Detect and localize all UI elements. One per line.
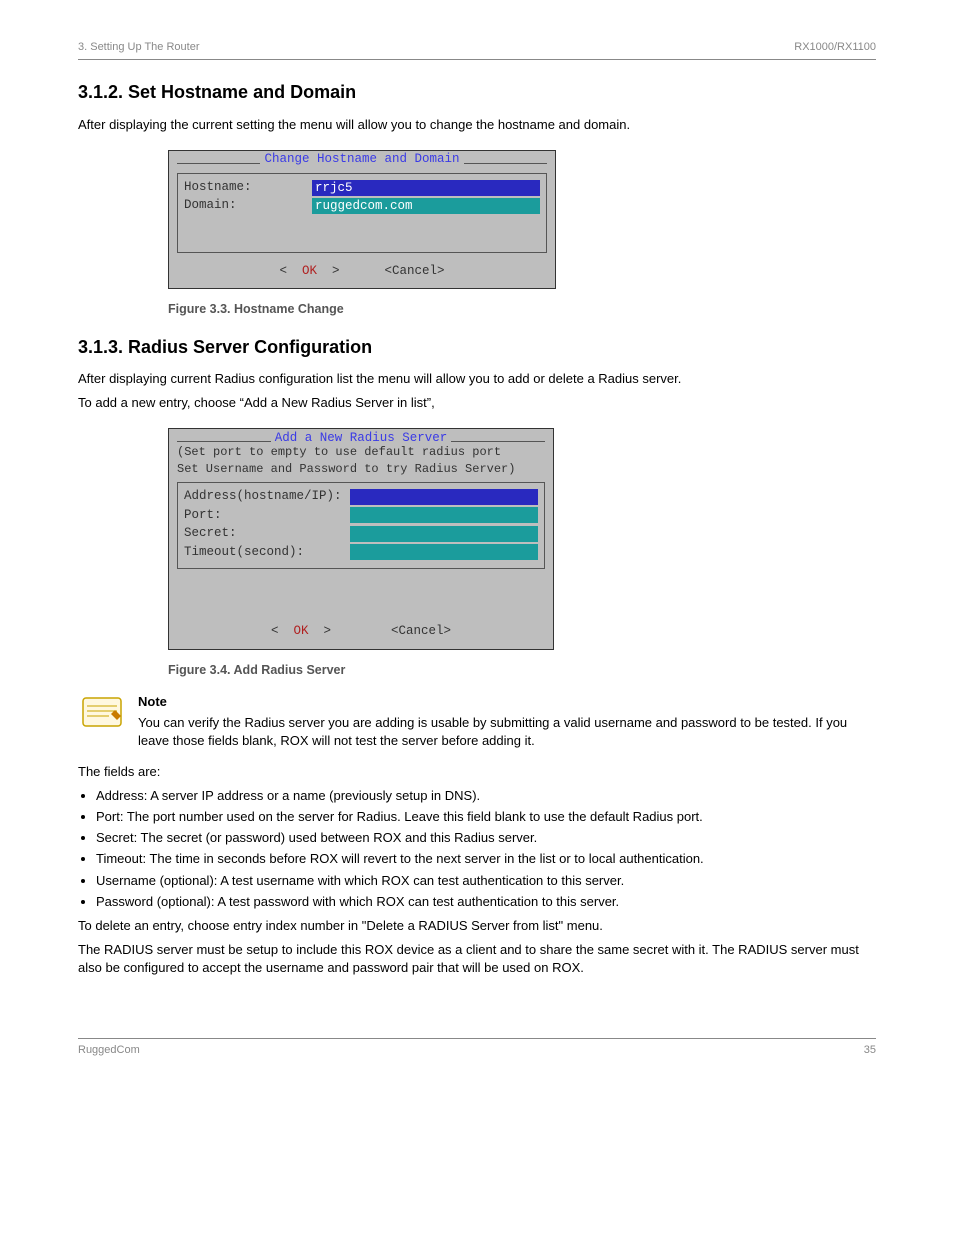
list-item: Port: The port number used on the server… [96,808,876,826]
dialog2-desc1: (Set port to empty to use default radius… [169,445,553,461]
dialog-add-radius: Add a New Radius Server (Set port to emp… [168,428,554,649]
timeout-label: Timeout(second): [184,544,344,562]
page-header: 3. Setting Up The Router RX1000/RX1100 [78,40,876,60]
list-item: Password (optional): A test password wit… [96,893,876,911]
radius-p1: After displaying current Radius configur… [78,370,876,388]
section-title-radius: 3.1.3. Radius Server Configuration [78,335,876,360]
dialog2-desc2: Set Username and Password to try Radius … [169,462,553,482]
section-instruction-hostname: After displaying the current setting the… [78,116,876,134]
ok-button[interactable]: < OK > [279,264,339,278]
secret-label: Secret: [184,525,344,543]
timeout-input[interactable] [350,544,538,560]
domain-input[interactable]: ruggedcom.com [312,198,540,214]
radius-setup-p: The RADIUS server must be setup to inclu… [78,941,876,977]
port-input[interactable] [350,507,538,523]
figure-caption-2: Figure 3.4. Add Radius Server [168,662,876,680]
hostname-input[interactable]: rrjc5 [312,180,540,196]
dialog2-title: Add a New Radius Server [271,430,452,448]
radius-delete-p: To delete an entry, choose entry index n… [78,917,876,935]
domain-label: Domain: [184,197,306,215]
list-item: Timeout: The time in seconds before ROX … [96,850,876,868]
cancel-button[interactable]: <Cancel> [385,264,445,278]
address-input[interactable] [350,489,538,505]
dialog1-title: Change Hostname and Domain [260,151,463,169]
page-footer: RuggedCom 35 [78,1038,876,1058]
fields-intro: The fields are: [78,763,876,781]
ok-button-2[interactable]: < OK > [271,624,331,638]
header-left: 3. Setting Up The Router [78,40,199,55]
secret-input[interactable] [350,526,538,542]
figure-caption-1: Figure 3.3. Hostname Change [168,301,876,319]
section-title-hostname: 3.1.2. Set Hostname and Domain [78,80,876,105]
list-item: Address: A server IP address or a name (… [96,787,876,805]
list-item: Secret: The secret (or password) used be… [96,829,876,847]
note-icon [78,693,126,733]
address-label: Address(hostname/IP): [184,488,344,506]
header-right: RX1000/RX1100 [794,40,876,55]
footer-right: 35 [864,1043,876,1058]
port-label: Port: [184,507,344,525]
fields-list: Address: A server IP address or a name (… [96,787,876,911]
hostname-label: Hostname: [184,179,306,197]
cancel-button-2[interactable]: <Cancel> [391,624,451,638]
footer-left: RuggedCom [78,1043,140,1058]
radius-p2: To add a new entry, choose “Add a New Ra… [78,394,876,412]
dialog-change-hostname: Change Hostname and Domain Hostname: rrj… [168,150,556,290]
note-body: You can verify the Radius server you are… [138,714,876,750]
list-item: Username (optional): A test username wit… [96,872,876,890]
note-block: Note You can verify the Radius server yo… [78,693,876,751]
note-heading: Note [138,693,876,711]
